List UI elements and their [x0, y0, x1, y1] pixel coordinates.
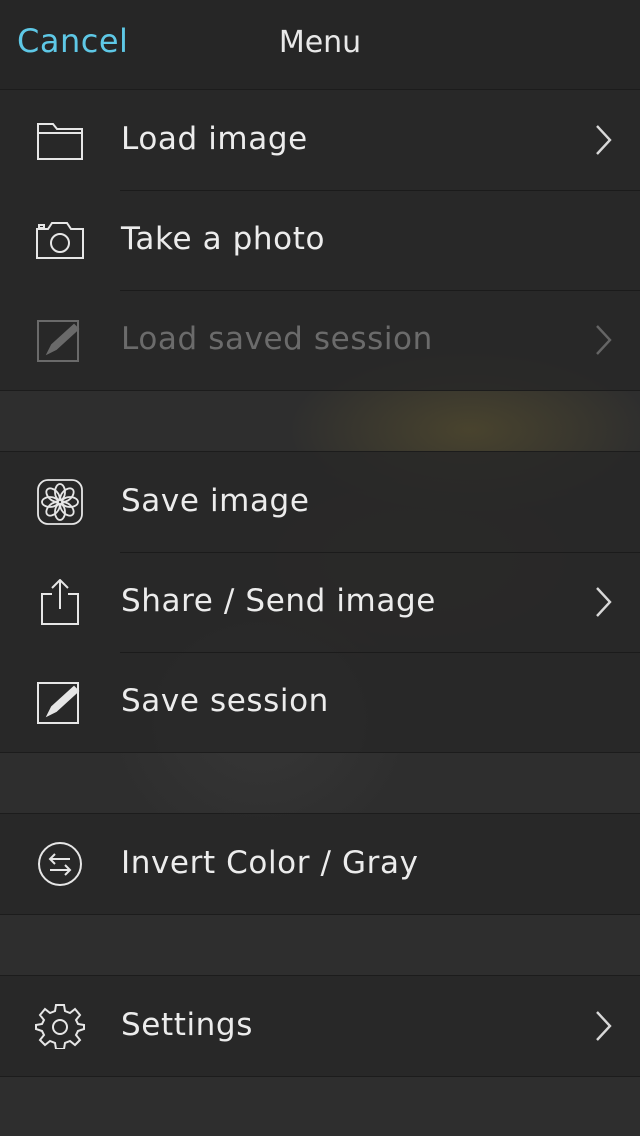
menu-item-label: Invert Color / Gray [121, 845, 419, 881]
camera-icon [34, 217, 86, 263]
gear-icon [34, 1003, 86, 1049]
chevron-right-icon [592, 585, 614, 619]
menu-screen: Cancel Menu Load image Take a photo Load… [0, 0, 640, 1136]
menu-group-color: Invert Color / Gray [0, 813, 640, 915]
menu-item-settings[interactable]: Settings [0, 976, 640, 1076]
menu-item-share-send-image[interactable]: Share / Send image [0, 552, 640, 652]
menu-item-label: Settings [121, 1007, 253, 1043]
chevron-right-icon [592, 123, 614, 157]
chevron-right-icon [592, 323, 614, 357]
menu-item-load-saved-session[interactable]: Load saved session [0, 290, 640, 390]
chevron-right-icon [592, 1009, 614, 1043]
menu-item-label: Take a photo [121, 221, 326, 257]
menu-item-label: Load image [121, 121, 308, 157]
swap-arrows-icon [34, 841, 86, 887]
menu-group-settings: Settings [0, 975, 640, 1077]
nav-bar: Cancel Menu [0, 0, 640, 90]
menu-item-save-image[interactable]: Save image [0, 452, 640, 552]
edit-session-icon [34, 317, 86, 363]
menu-item-save-session[interactable]: Save session [0, 652, 640, 752]
flower-icon [34, 479, 86, 525]
edit-session-icon [34, 679, 86, 725]
menu-item-label: Save image [121, 483, 310, 519]
menu-group-file: Load image Take a photo Load saved sessi… [0, 89, 640, 391]
menu-item-label: Load saved session [121, 321, 433, 357]
menu-group-save: Save image Share / Send image Save sessi… [0, 451, 640, 753]
menu-item-label: Save session [121, 683, 329, 719]
menu-item-label: Share / Send image [121, 583, 436, 619]
menu-item-invert-color[interactable]: Invert Color / Gray [0, 814, 640, 914]
folder-icon [34, 117, 86, 163]
menu-item-load-image[interactable]: Load image [0, 90, 640, 190]
page-title: Menu [278, 25, 362, 60]
share-icon [34, 579, 86, 625]
menu-item-take-photo[interactable]: Take a photo [0, 190, 640, 290]
